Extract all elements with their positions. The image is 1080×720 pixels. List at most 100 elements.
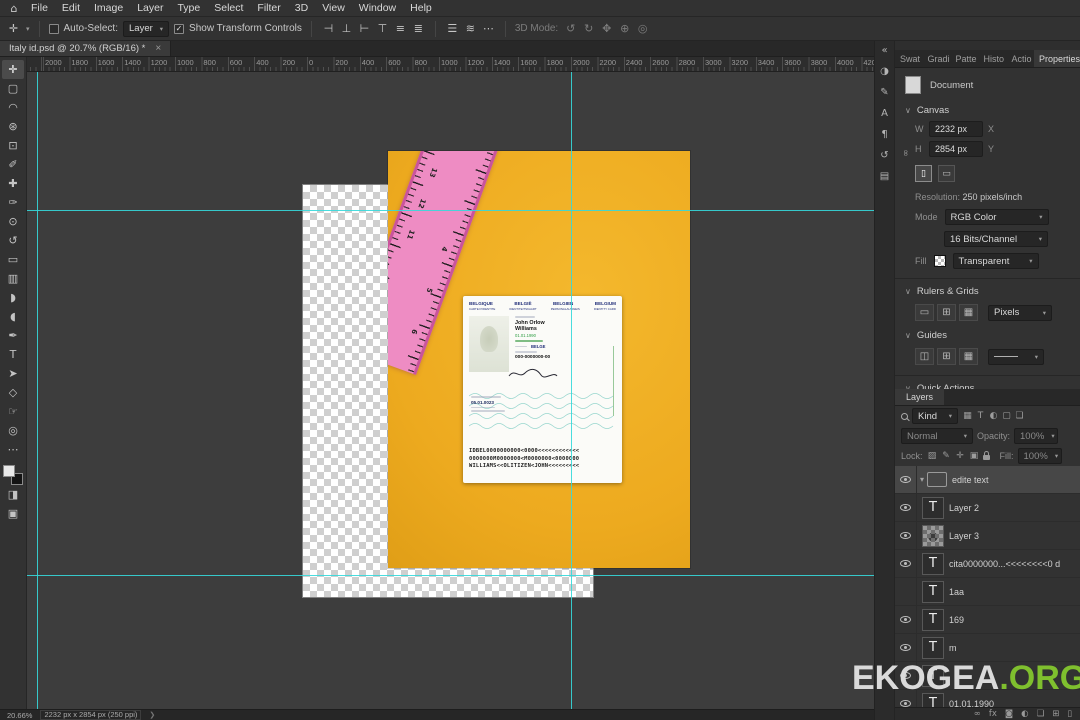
tab-swat[interactable]: Swat — [895, 50, 923, 67]
layer-mask-icon[interactable]: ◙ — [1005, 709, 1013, 719]
x-field[interactable] — [1002, 121, 1056, 137]
canvas-section-header[interactable]: ∨ Canvas — [895, 100, 1080, 119]
layer-row[interactable]: ▾ edite text — [895, 466, 1080, 494]
brush-settings-icon[interactable]: ✎ — [880, 87, 888, 98]
lock-artboard-icon[interactable]: ▣ — [969, 451, 980, 461]
paragraph-icon[interactable]: ¶ — [881, 129, 887, 140]
tab-histo[interactable]: Histo — [979, 50, 1007, 67]
id-card-object[interactable]: BELGIQUE BELGIË BELGIEN BELGIUM CARTE D'IDE… — [463, 296, 622, 483]
character-icon[interactable]: A — [881, 108, 888, 119]
filter-adjustment-layers-icon[interactable]: ◐ — [988, 411, 999, 421]
filter-shape-layers-icon[interactable]: ▢ — [1001, 411, 1012, 421]
color-swatches[interactable] — [3, 465, 23, 485]
expand-caret-icon[interactable]: ▾ — [920, 475, 924, 484]
tab-layers[interactable]: Layers — [895, 389, 945, 405]
hand-tool[interactable]: ☞ — [2, 402, 24, 421]
menu-edit[interactable]: Edit — [55, 2, 87, 14]
canvas-area[interactable]: 1514131211456 BELGIQUEBELGIËBELGIENBELGI… — [27, 72, 874, 709]
grid-settings-icon[interactable]: ▦ — [959, 304, 978, 321]
pen-tool[interactable]: ✒ — [2, 326, 24, 345]
quick-mask-tool[interactable]: ◨ — [2, 485, 24, 504]
document-tab[interactable]: Italy id.psd @ 20.7% (RGB/16) * × — [0, 41, 172, 56]
horizontal-ruler[interactable]: 2000 1800 1600 1400 1200 1000 800 600 400 200 0 200… — [27, 57, 874, 72]
distribute-vertical-icon[interactable]: ☰ — [445, 22, 460, 35]
guide-vertical[interactable] — [571, 72, 572, 709]
units-dropdown[interactable]: Pixels ▾ — [988, 304, 1052, 321]
zoom-tool[interactable]: ◎ — [2, 421, 24, 440]
ruler-icon[interactable]: ▭ — [915, 304, 934, 321]
blend-mode-dropdown[interactable]: Normal ▾ — [901, 428, 973, 444]
layer-row[interactable]: Tcita0000000...<<<<<<<<0 d — [895, 550, 1080, 578]
opacity-dropdown[interactable]: 100% ▾ — [1014, 428, 1059, 444]
guide-layout-icon[interactable]: ⊞ — [937, 348, 956, 365]
fill-dropdown[interactable]: 100% ▾ — [1017, 448, 1062, 464]
edit-toolbar-tool[interactable]: ⋯ — [2, 440, 24, 459]
portrait-orientation-icon[interactable]: ▯ — [915, 165, 932, 182]
history-brush-tool[interactable]: ↺ — [2, 231, 24, 250]
visibility-toggle[interactable] — [895, 550, 917, 577]
align-right-edges-icon[interactable]: ⊢ — [357, 22, 372, 35]
menu-layer[interactable]: Layer — [130, 2, 170, 14]
menu-filter[interactable]: Filter — [250, 2, 287, 14]
new-guide-icon[interactable]: ◫ — [915, 348, 934, 365]
healing-brush-tool[interactable]: ✚ — [2, 174, 24, 193]
more-options-icon[interactable]: ⋯ — [481, 22, 496, 35]
tool-preset-caret-icon[interactable]: ▾ — [26, 25, 30, 33]
lock-all-icon[interactable] — [982, 451, 990, 460]
lasso-tool[interactable]: ◠ — [2, 98, 24, 117]
filter-type-layers-icon[interactable]: T — [975, 411, 986, 421]
delete-layer-icon[interactable]: ▯ — [1067, 709, 1072, 719]
dodge-tool[interactable]: ◖ — [2, 307, 24, 326]
guides-section-header[interactable]: ∨ Guides — [895, 325, 1080, 344]
eyedropper-tool[interactable]: ✐ — [2, 155, 24, 174]
menu-help[interactable]: Help — [403, 2, 439, 14]
link-dimensions-icon[interactable]: ∞ — [900, 149, 910, 157]
bit-depth-dropdown[interactable]: 16 Bits/Channel ▾ — [944, 231, 1048, 247]
distribute-horizontal-icon[interactable]: ≋ — [463, 22, 478, 35]
align-left-edges-icon[interactable]: ⊣ — [321, 22, 336, 35]
tab-actio[interactable]: Actio — [1007, 50, 1035, 67]
rulers-grids-section-header[interactable]: ∨ Rulers & Grids — [895, 281, 1080, 300]
menu-window[interactable]: Window — [352, 2, 403, 14]
menu-image[interactable]: Image — [87, 2, 130, 14]
visibility-toggle[interactable] — [895, 606, 917, 633]
filter-pixel-layers-icon[interactable]: ▦ — [962, 411, 973, 421]
type-tool[interactable]: T — [2, 345, 24, 364]
filter-kind-dropdown[interactable]: Kind ▾ — [912, 408, 958, 424]
landscape-orientation-icon[interactable]: ▭ — [938, 165, 955, 182]
color-mode-dropdown[interactable]: RGB Color ▾ — [944, 209, 1049, 225]
visibility-toggle[interactable] — [895, 578, 917, 605]
visibility-toggle[interactable] — [895, 634, 917, 661]
home-icon[interactable]: ⌂ — [4, 2, 24, 15]
layer-row[interactable]: Layer 3 — [895, 522, 1080, 550]
canvas-fill-dropdown[interactable]: Transparent ▾ — [952, 253, 1039, 269]
close-tab-icon[interactable]: × — [155, 43, 161, 54]
chevron-right-icon[interactable]: ❯ — [149, 711, 155, 719]
adjustments-icon[interactable]: ◑ — [880, 66, 889, 77]
show-transform-checkbox[interactable]: ✓ — [174, 23, 185, 34]
tab-patte[interactable]: Patte — [951, 50, 979, 67]
grid-icon[interactable]: ⊞ — [937, 304, 956, 321]
menu-type[interactable]: Type — [170, 2, 207, 14]
align-top-edges-icon[interactable]: ⊤ — [375, 22, 390, 35]
align-bottom-edges-icon[interactable]: ≣ — [411, 22, 426, 35]
menu-3d[interactable]: 3D — [288, 2, 315, 14]
menu-select[interactable]: Select — [207, 2, 250, 14]
auto-select-target-dropdown[interactable]: Layer ▾ — [123, 20, 170, 37]
collapse-panels-icon[interactable]: « — [881, 45, 887, 56]
lock-pixels-icon[interactable]: ✎ — [941, 451, 952, 461]
width-field[interactable]: 2232 px — [929, 121, 983, 137]
adjustment-layer-icon[interactable]: ◐ — [1021, 709, 1028, 719]
blur-tool[interactable]: ◗ — [2, 288, 24, 307]
path-selection-tool[interactable]: ➤ — [2, 364, 24, 383]
menu-file[interactable]: File — [24, 2, 55, 14]
lock-transparency-icon[interactable]: ▨ — [927, 451, 938, 461]
visibility-toggle[interactable] — [895, 522, 917, 549]
visibility-toggle[interactable] — [895, 466, 917, 493]
guide-horizontal[interactable] — [27, 210, 874, 211]
clear-guides-icon[interactable]: ▦ — [959, 348, 978, 365]
tab-gradi[interactable]: Gradi — [923, 50, 951, 67]
layer-effects-icon[interactable]: fx — [989, 709, 997, 719]
auto-select-checkbox[interactable] — [48, 23, 59, 34]
shape-tool[interactable]: ◇ — [2, 383, 24, 402]
